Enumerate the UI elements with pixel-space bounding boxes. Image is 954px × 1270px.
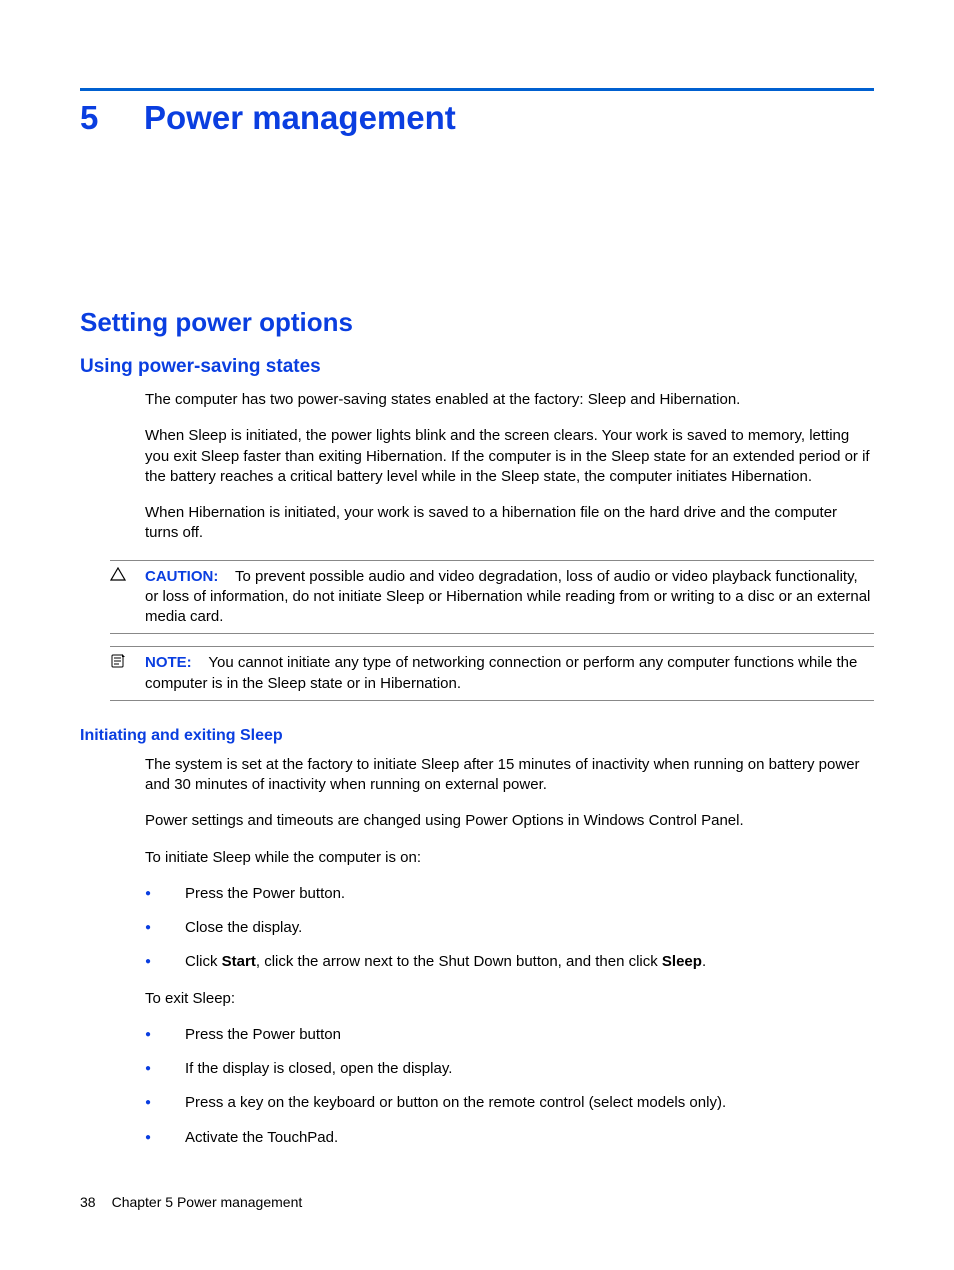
list-item: Press a key on the keyboard or button on… bbox=[145, 1093, 874, 1113]
exit-sleep-list: Press the Power button If the display is… bbox=[145, 1025, 874, 1148]
chapter-heading: 5Power management bbox=[80, 99, 874, 137]
paragraph: The computer has two power-saving states… bbox=[145, 390, 874, 410]
chapter-title: Power management bbox=[144, 99, 456, 136]
list-item: Activate the TouchPad. bbox=[145, 1128, 874, 1148]
caution-label: CAUTION: bbox=[145, 568, 218, 585]
page-number: 38 bbox=[80, 1194, 96, 1210]
paragraph: To exit Sleep: bbox=[145, 989, 874, 1009]
body-block: The computer has two power-saving states… bbox=[145, 390, 874, 544]
paragraph: When Hibernation is initiated, your work… bbox=[145, 503, 874, 544]
list-item: Press the Power button. bbox=[145, 884, 874, 904]
list-item: Click Start, click the arrow next to the… bbox=[145, 952, 874, 972]
page: 5Power management Setting power options … bbox=[0, 0, 954, 1270]
paragraph: When Sleep is initiated, the power light… bbox=[145, 426, 874, 487]
page-footer: 38 Chapter 5 Power management bbox=[80, 1194, 302, 1210]
list-item: Press the Power button bbox=[145, 1025, 874, 1045]
subsection-heading: Using power-saving states bbox=[80, 356, 874, 378]
caution-callout: CAUTION: To prevent possible audio and v… bbox=[110, 560, 874, 635]
list-item: Close the display. bbox=[145, 918, 874, 938]
paragraph: To initiate Sleep while the computer is … bbox=[145, 848, 874, 868]
section-heading: Setting power options bbox=[80, 307, 874, 338]
note-text: NOTE: You cannot initiate any type of ne… bbox=[145, 653, 874, 694]
note-callout: NOTE: You cannot initiate any type of ne… bbox=[110, 646, 874, 701]
initiate-sleep-list: Press the Power button. Close the displa… bbox=[145, 884, 874, 973]
list-item: If the display is closed, open the displ… bbox=[145, 1059, 874, 1079]
body-block: The system is set at the factory to init… bbox=[145, 755, 874, 1148]
caution-text: CAUTION: To prevent possible audio and v… bbox=[145, 567, 874, 628]
paragraph: The system is set at the factory to init… bbox=[145, 755, 874, 796]
subsubsection-heading: Initiating and exiting Sleep bbox=[80, 727, 874, 745]
caution-icon bbox=[110, 567, 138, 587]
note-label: NOTE: bbox=[145, 654, 192, 671]
footer-text: Chapter 5 Power management bbox=[112, 1194, 303, 1210]
chapter-rule bbox=[80, 88, 874, 91]
chapter-number: 5 bbox=[80, 99, 144, 137]
caution-body bbox=[223, 568, 236, 585]
note-icon bbox=[110, 653, 138, 675]
paragraph: Power settings and timeouts are changed … bbox=[145, 811, 874, 831]
